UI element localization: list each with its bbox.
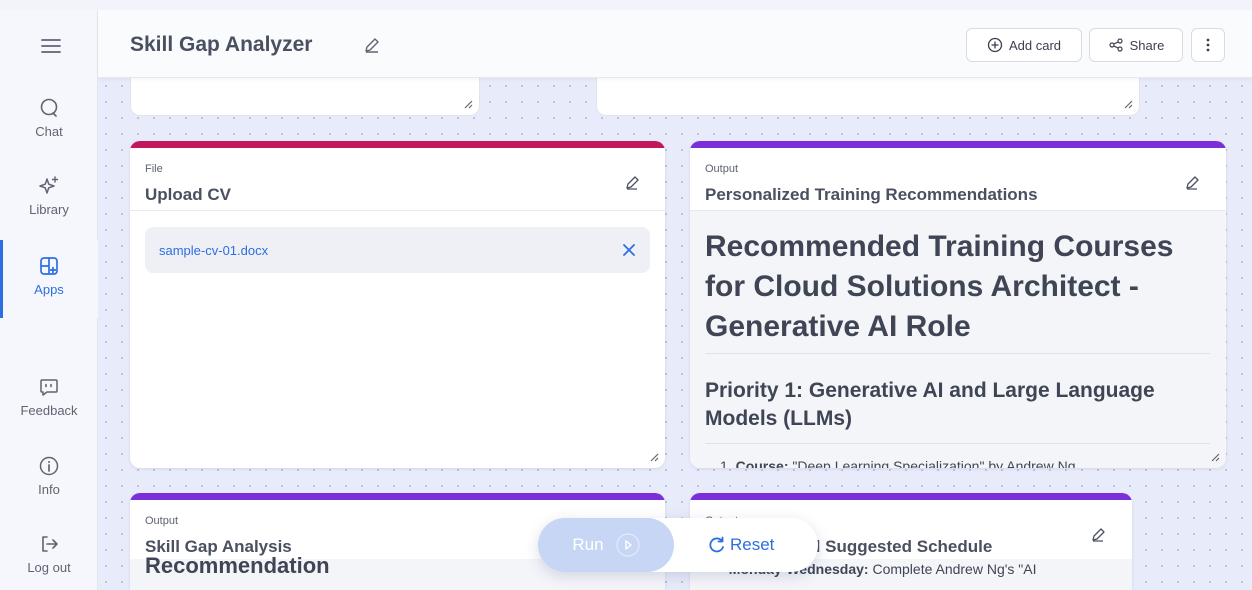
chat-icon: [37, 96, 61, 120]
output-subheading: Priority 1: Generative AI and Large Lang…: [705, 379, 1155, 430]
schedule-bullet-text: Complete Andrew Ng's "AI: [868, 561, 1037, 577]
upload-cv-card: File Upload CV sample-cv-01.docx: [130, 141, 665, 468]
run-controls: Run Reset: [538, 518, 818, 572]
sidebar-item-info[interactable]: Info: [0, 454, 98, 524]
plus-circle-icon: [987, 37, 1003, 53]
sidebar-item-chat[interactable]: Chat: [0, 96, 98, 166]
sidebar-item-label: Info: [38, 482, 60, 497]
sidebar-item-label: Feedback: [20, 403, 78, 418]
card-kind: Output: [145, 515, 179, 527]
content-divider: [705, 443, 1210, 444]
card-accent-bar: [130, 493, 665, 500]
run-button[interactable]: Run: [538, 518, 674, 572]
card-partial-top-left: [130, 78, 480, 116]
reset-label: Reset: [730, 535, 775, 554]
run-label: Run: [572, 535, 604, 554]
uploaded-file-chip: sample-cv-01.docx: [145, 227, 650, 273]
card-canvas[interactable]: File Upload CV sample-cv-01.docx Output …: [98, 78, 1252, 590]
card-partial-top-right: [596, 78, 1140, 116]
card-accent-bar: [690, 493, 1132, 500]
output-heading: Recommendation: [145, 553, 330, 578]
list-item-text: "Deep Learning Specialization" by Andrew…: [792, 458, 1076, 468]
more-options-button[interactable]: [1191, 28, 1225, 62]
sidebar-item-feedback[interactable]: Feedback: [0, 375, 98, 445]
resize-handle-icon[interactable]: [1123, 99, 1133, 109]
card-accent-bar: [130, 141, 665, 148]
file-name-link[interactable]: sample-cv-01.docx: [159, 243, 268, 258]
sidebar-item-label: Library: [29, 202, 69, 217]
add-card-label: Add card: [1008, 37, 1062, 53]
share-label: Share: [1129, 37, 1165, 53]
app-window: Chat Library Apps Feedback Info Log out …: [0, 0, 1252, 590]
sidebar-item-label: Apps: [34, 282, 64, 297]
card-kind: File: [145, 163, 163, 175]
feedback-icon: [37, 375, 61, 399]
sidebar-item-log-out[interactable]: Log out: [0, 532, 98, 590]
apps-icon: [37, 254, 61, 278]
sidebar: Chat Library Apps Feedback Info Log out: [0, 10, 98, 590]
list-item-label: Course:: [735, 458, 789, 468]
add-card-button[interactable]: Add card: [966, 28, 1082, 62]
app-header: Skill Gap Analyzer Add card Share: [98, 10, 1252, 78]
training-recommendations-card: Output Personalized Training Recommendat…: [690, 141, 1226, 468]
sidebar-item-library[interactable]: Library: [0, 174, 98, 244]
card-title: Personalized Training Recommendations: [705, 185, 1038, 204]
reset-icon: [709, 536, 724, 553]
share-icon: [1109, 38, 1123, 52]
play-icon: [615, 533, 640, 557]
share-button[interactable]: Share: [1089, 28, 1183, 62]
card-kind: Output: [705, 163, 739, 175]
edit-pencil-icon[interactable]: [624, 175, 640, 191]
reset-button[interactable]: Reset: [708, 518, 774, 572]
logout-icon: [37, 532, 61, 556]
sidebar-item-label: Log out: [27, 560, 71, 575]
edit-pencil-icon[interactable]: [1184, 175, 1200, 191]
card-accent-bar: [690, 141, 1226, 148]
hamburger-menu-icon[interactable]: [40, 35, 62, 57]
card-title: d Suggested Schedule: [810, 537, 993, 556]
sidebar-item-label: Chat: [35, 124, 63, 139]
page-title: Skill Gap Analyzer: [130, 33, 313, 56]
more-vertical-icon: [1206, 38, 1210, 52]
resize-handle-icon[interactable]: [649, 452, 659, 462]
resize-handle-icon[interactable]: [463, 99, 473, 109]
edit-pencil-icon[interactable]: [1090, 527, 1106, 543]
output-content: Recommended Training Courses for Cloud S…: [690, 211, 1226, 468]
card-title: Upload CV: [145, 185, 231, 204]
sparkle-icon: [37, 174, 61, 198]
edit-title-icon[interactable]: [362, 35, 382, 55]
list-item: 1. Course: "Deep Learning Specialization…: [720, 458, 1076, 468]
content-divider: [705, 353, 1210, 354]
remove-file-icon[interactable]: [622, 243, 636, 257]
info-icon: [37, 454, 61, 478]
sidebar-item-apps[interactable]: Apps: [0, 240, 98, 318]
resize-handle-icon[interactable]: [1210, 452, 1220, 462]
output-heading: Recommended Training Courses for Cloud S…: [705, 230, 1174, 343]
card-divider: [130, 210, 665, 211]
